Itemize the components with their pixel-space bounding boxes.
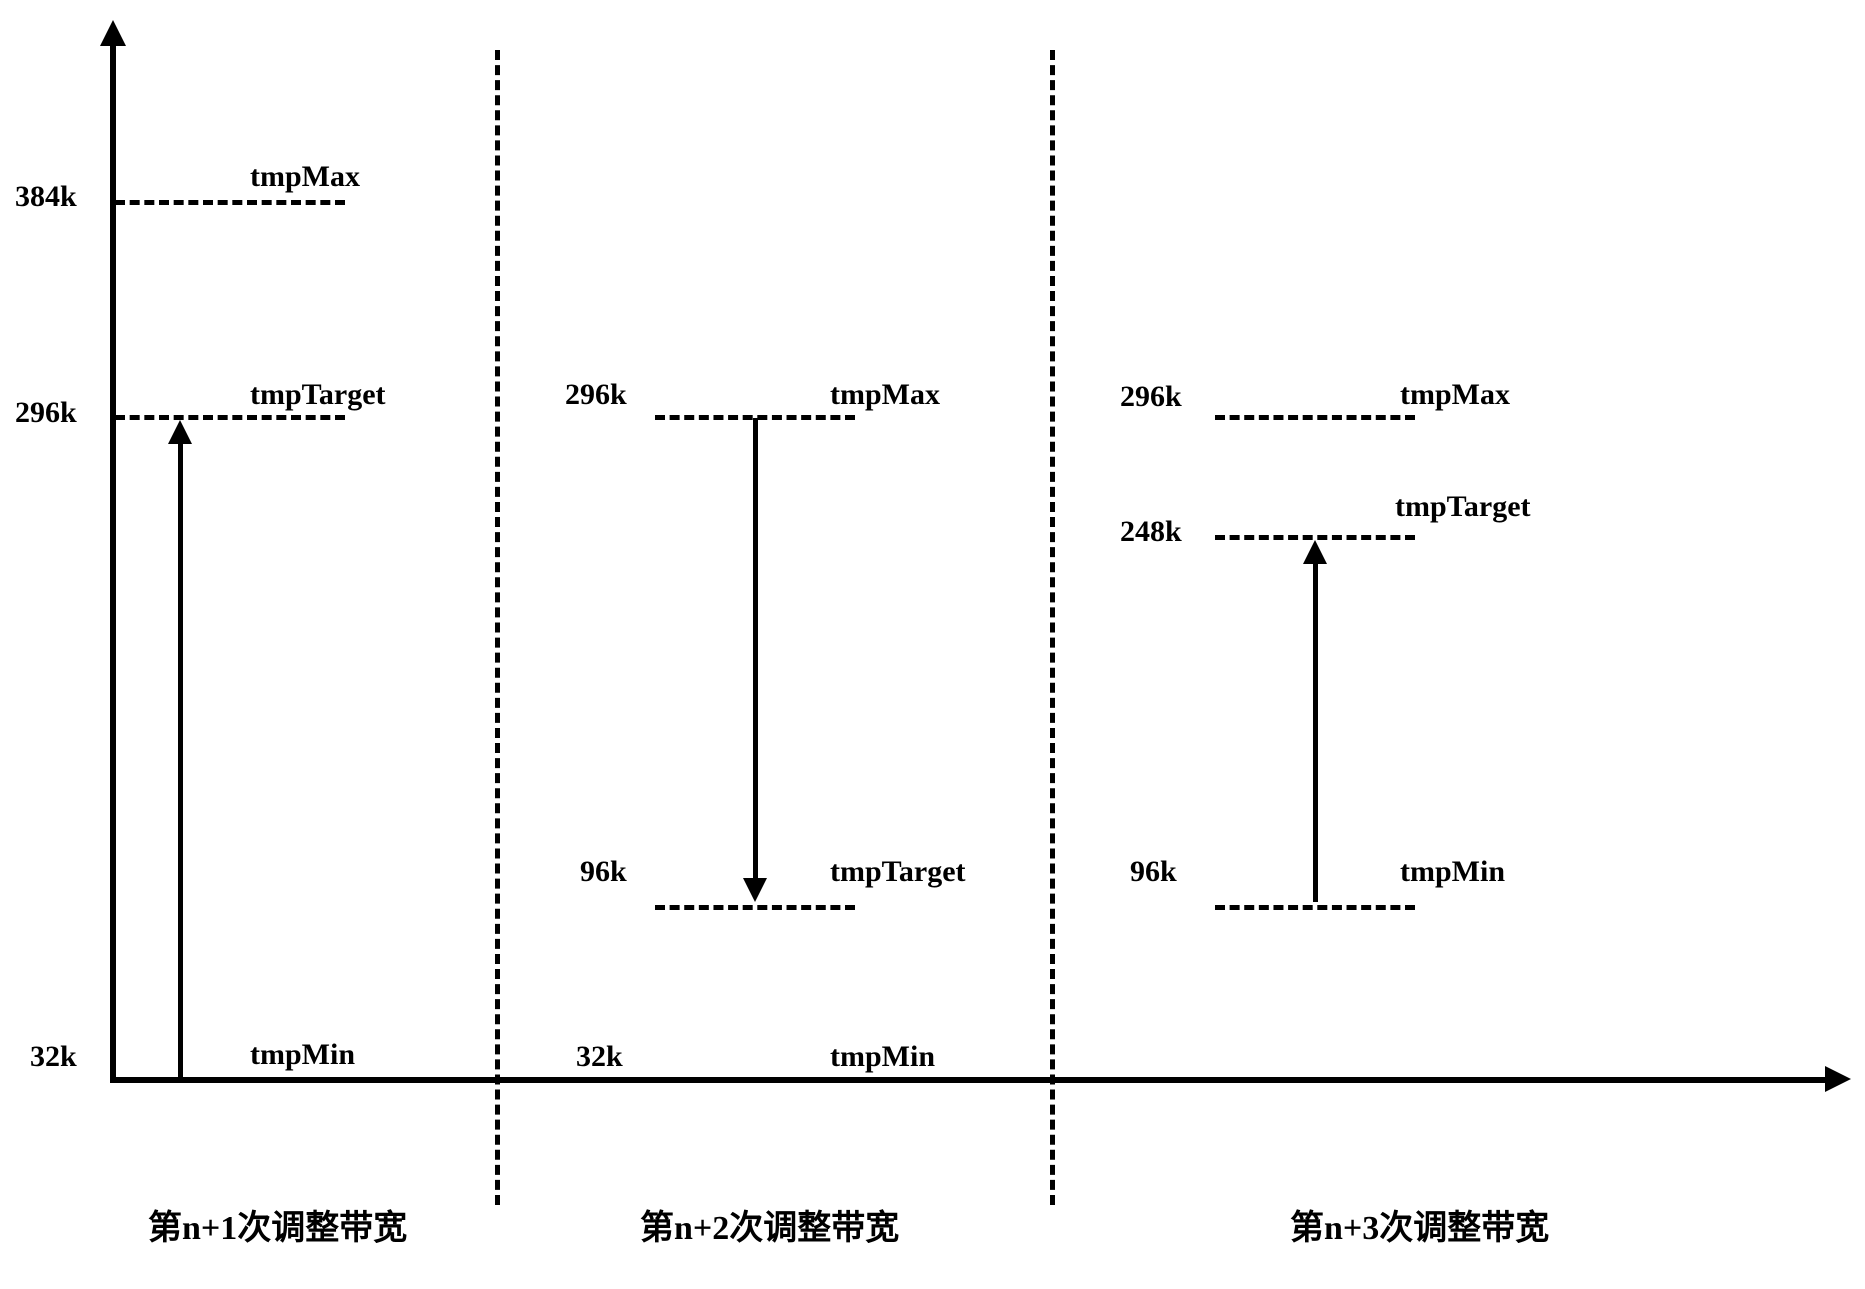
p1-arrow-line [178,440,183,1077]
p3-296k-label: 296k [1120,380,1182,414]
p2-caption: 第n+2次调整带宽 [640,1200,899,1249]
p3-96k-label: 96k [1130,855,1177,889]
p1-tmpmin-label: tmpMin [250,1038,355,1072]
diagram-canvas: 384k 296k 32k tmpMax tmpTarget tmpMin 第n… [0,0,1865,1289]
p2-arrow-line [753,418,758,880]
p2-arrow-head-icon [743,878,767,902]
panel-divider-2 [1050,50,1055,1205]
p3-arrow-line [1313,560,1318,902]
x-axis-arrow-icon [1825,1066,1851,1092]
p1-arrow-head-icon [168,420,192,444]
p1-tmpmax-line [115,200,345,205]
p2-296k-label: 296k [565,378,627,412]
ytick-296k: 296k [15,396,77,430]
p2-96k-label: 96k [580,855,627,889]
p3-tmpmin-line [1215,905,1415,910]
p3-tmpmax-line [1215,415,1415,420]
p3-tmptarget-label: tmpTarget [1395,490,1531,524]
x-axis [110,1077,1830,1083]
p3-tmpmin-label: tmpMin [1400,855,1505,889]
p1-caption: 第n+1次调整带宽 [148,1200,407,1249]
p1-tmptarget-line [115,415,345,420]
p1-tmpmax-label: tmpMax [250,160,360,194]
p1-tmptarget-label: tmpTarget [250,378,386,412]
p2-tmpmin-label: tmpMin [830,1040,935,1074]
p3-caption: 第n+3次调整带宽 [1290,1200,1549,1249]
y-axis [110,40,116,1080]
ytick-32k: 32k [30,1040,77,1074]
p2-32k-label: 32k [576,1040,623,1074]
panel-divider-1 [495,50,500,1205]
p3-248k-label: 248k [1120,515,1182,549]
ytick-384k: 384k [15,180,77,214]
p2-tmpmax-label: tmpMax [830,378,940,412]
y-axis-arrow-icon [100,20,126,46]
p3-arrow-head-icon [1303,540,1327,564]
p3-tmpmax-label: tmpMax [1400,378,1510,412]
p2-tmptarget-label: tmpTarget [830,855,966,889]
p2-tmptarget-line [655,905,855,910]
